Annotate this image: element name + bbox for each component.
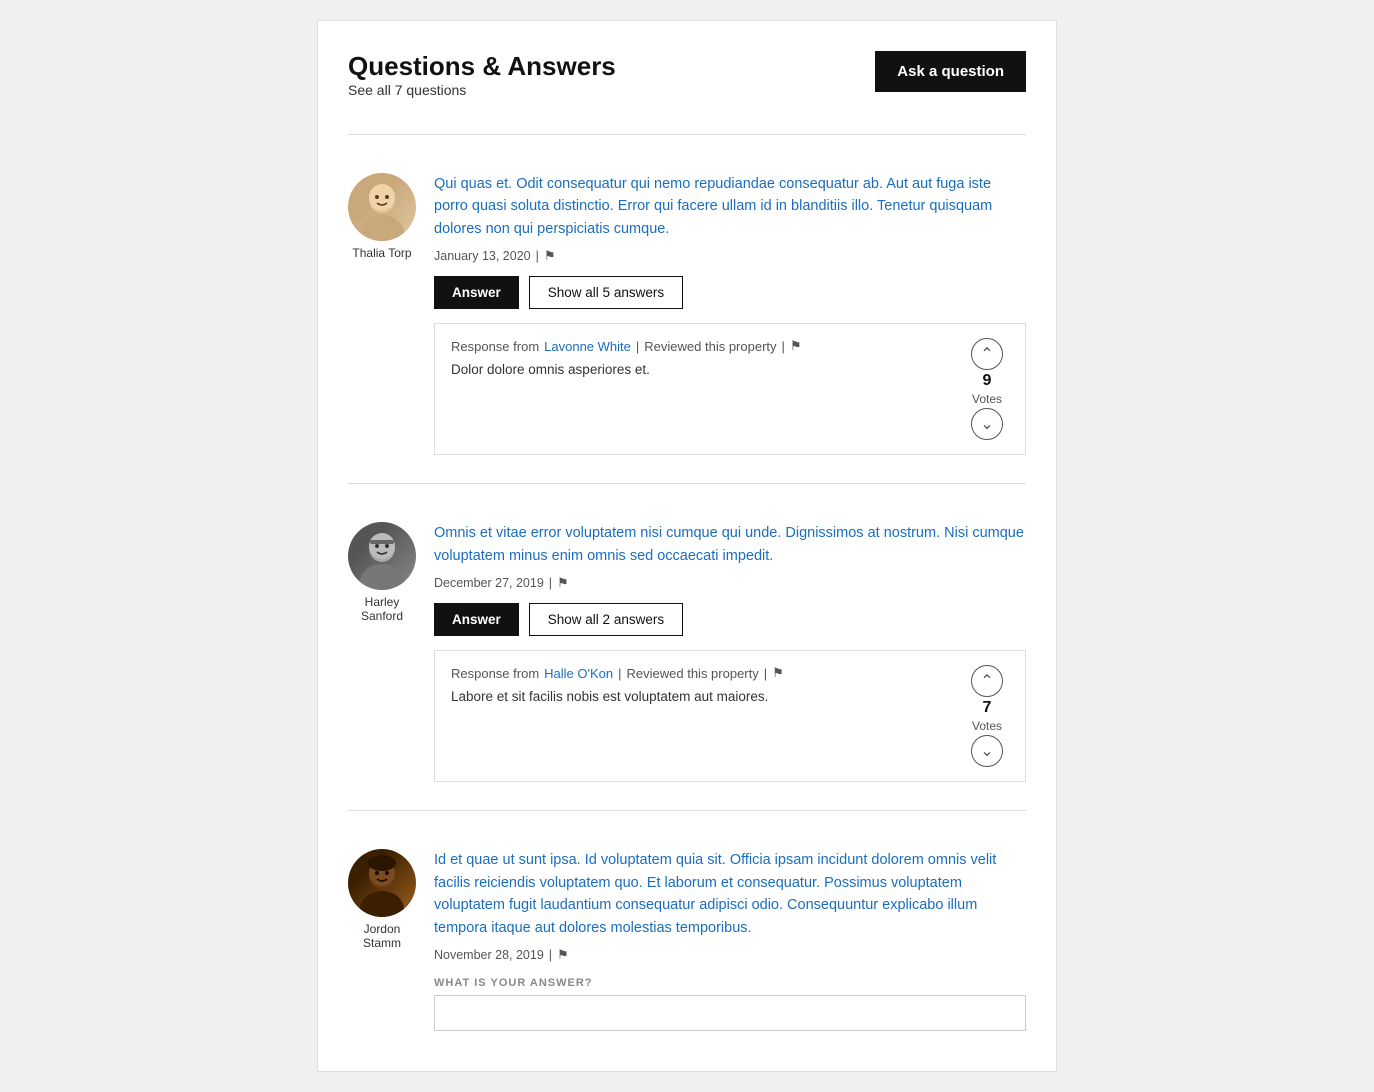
title-group: Questions & Answers See all 7 questions — [348, 51, 616, 116]
vote-label-2: Votes — [972, 719, 1002, 733]
show-answers-button-1[interactable]: Show all 5 answers — [529, 276, 683, 309]
vote-up-button-2[interactable]: ⌃ — [971, 665, 1003, 697]
answer-button-1[interactable]: Answer — [434, 276, 519, 309]
flag-icon-1[interactable]: ⚑ — [544, 248, 556, 264]
answer-input-3[interactable] — [434, 995, 1026, 1031]
answer-block-2: Response from Halle O'Kon | Reviewed thi… — [434, 650, 1026, 782]
question-row-2: Harley Sanford Omnis et vitae error volu… — [348, 522, 1026, 782]
vote-down-button-2[interactable]: ⌄ — [971, 735, 1003, 767]
ask-question-button[interactable]: Ask a question — [875, 51, 1026, 92]
avatar-col-2: Harley Sanford — [348, 522, 416, 623]
question-content-2: Omnis et vitae error voluptatem nisi cum… — [434, 522, 1026, 782]
answer-from-2: Response from Halle O'Kon | Reviewed thi… — [451, 665, 955, 681]
author-label-3: Jordon Stamm — [348, 922, 416, 950]
flag-icon-2[interactable]: ⚑ — [557, 575, 569, 591]
page-container: Questions & Answers See all 7 questions … — [0, 20, 1374, 1072]
divider-1 — [348, 483, 1026, 484]
answer-text-2: Labore et sit facilis nobis est voluptat… — [451, 687, 955, 707]
answer-content-2: Response from Halle O'Kon | Reviewed thi… — [451, 665, 955, 707]
answer-pipe-1: | — [782, 339, 785, 354]
divider-2 — [348, 810, 1026, 811]
avatar-3 — [348, 849, 416, 917]
author-label-1: Thalia Torp — [348, 246, 416, 260]
question-block-3: Jordon Stamm Id et quae ut sunt ipsa. Id… — [348, 829, 1026, 1041]
question-block-2: Harley Sanford Omnis et vitae error volu… — [348, 502, 1026, 792]
answer-reviewed-1: Reviewed this property — [644, 339, 776, 354]
answer-content-1: Response from Lavonne White | Reviewed t… — [451, 338, 955, 380]
avatar-1 — [348, 173, 416, 241]
vote-down-button-1[interactable]: ⌄ — [971, 408, 1003, 440]
question-row-1: Thalia Torp Qui quas et. Odit consequatu… — [348, 173, 1026, 455]
answer-flag-icon-2[interactable]: ⚑ — [772, 665, 784, 681]
question-date-3: November 28, 2019 — [434, 948, 544, 962]
answer-button-2[interactable]: Answer — [434, 603, 519, 636]
question-text-1: Qui quas et. Odit consequatur qui nemo r… — [434, 173, 1026, 240]
question-meta-3: November 28, 2019 | ⚑ — [434, 947, 1026, 963]
vote-label-1: Votes — [972, 392, 1002, 406]
vote-col-1: ⌃ 9 Votes ⌄ — [955, 338, 1009, 440]
question-block-1: Thalia Torp Qui quas et. Odit consequatu… — [348, 153, 1026, 465]
question-row-3: Jordon Stamm Id et quae ut sunt ipsa. Id… — [348, 849, 1026, 1031]
question-text-2: Omnis et vitae error voluptatem nisi cum… — [434, 522, 1026, 567]
answer-text-1: Dolor dolore omnis asperiores et. — [451, 360, 955, 380]
question-date-1: January 13, 2020 — [434, 249, 531, 263]
answer-sep-2: | — [618, 666, 621, 681]
answer-reviewed-2: Reviewed this property — [627, 666, 759, 681]
vote-col-2: ⌃ 7 Votes ⌄ — [955, 665, 1009, 767]
author-label-2: Harley Sanford — [348, 595, 416, 623]
answer-flag-icon-1[interactable]: ⚑ — [790, 338, 802, 354]
answer-from-name-2: Halle O'Kon — [544, 666, 613, 681]
avatar-col-3: Jordon Stamm — [348, 849, 416, 950]
meta-separator-2: | — [549, 576, 552, 590]
vote-count-1: 9 — [983, 372, 992, 390]
show-answers-button-2[interactable]: Show all 2 answers — [529, 603, 683, 636]
meta-separator-1: | — [536, 249, 539, 263]
answer-from-label-1: Response from — [451, 339, 539, 354]
btn-row-1: Answer Show all 5 answers — [434, 276, 1026, 309]
answer-from-label-2: Response from — [451, 666, 539, 681]
avatar-col-1: Thalia Torp — [348, 173, 416, 260]
btn-row-2: Answer Show all 2 answers — [434, 603, 1026, 636]
question-date-2: December 27, 2019 — [434, 576, 544, 590]
answer-block-1: Response from Lavonne White | Reviewed t… — [434, 323, 1026, 455]
flag-icon-3[interactable]: ⚑ — [557, 947, 569, 963]
header-divider — [348, 134, 1026, 135]
meta-separator-3: | — [549, 948, 552, 962]
vote-up-button-1[interactable]: ⌃ — [971, 338, 1003, 370]
avatar-svg-3 — [348, 849, 416, 917]
answer-from-1: Response from Lavonne White | Reviewed t… — [451, 338, 955, 354]
page-title: Questions & Answers — [348, 51, 616, 82]
question-content-1: Qui quas et. Odit consequatur qui nemo r… — [434, 173, 1026, 455]
answer-pipe-2: | — [764, 666, 767, 681]
question-text-3: Id et quae ut sunt ipsa. Id voluptatem q… — [434, 849, 1026, 939]
answer-from-name-1: Lavonne White — [544, 339, 631, 354]
avatar-svg-2 — [348, 522, 416, 590]
header-row: Questions & Answers See all 7 questions … — [348, 51, 1026, 116]
what-is-answer-label: WHAT IS YOUR ANSWER? — [434, 977, 1026, 989]
avatar-svg-1 — [348, 173, 416, 241]
see-all-link[interactable]: See all 7 questions — [348, 82, 616, 98]
avatar-2 — [348, 522, 416, 590]
question-content-3: Id et quae ut sunt ipsa. Id voluptatem q… — [434, 849, 1026, 1031]
vote-count-2: 7 — [983, 699, 992, 717]
answer-sep-1: | — [636, 339, 639, 354]
question-meta-2: December 27, 2019 | ⚑ — [434, 575, 1026, 591]
main-card: Questions & Answers See all 7 questions … — [317, 20, 1057, 1072]
question-meta-1: January 13, 2020 | ⚑ — [434, 248, 1026, 264]
